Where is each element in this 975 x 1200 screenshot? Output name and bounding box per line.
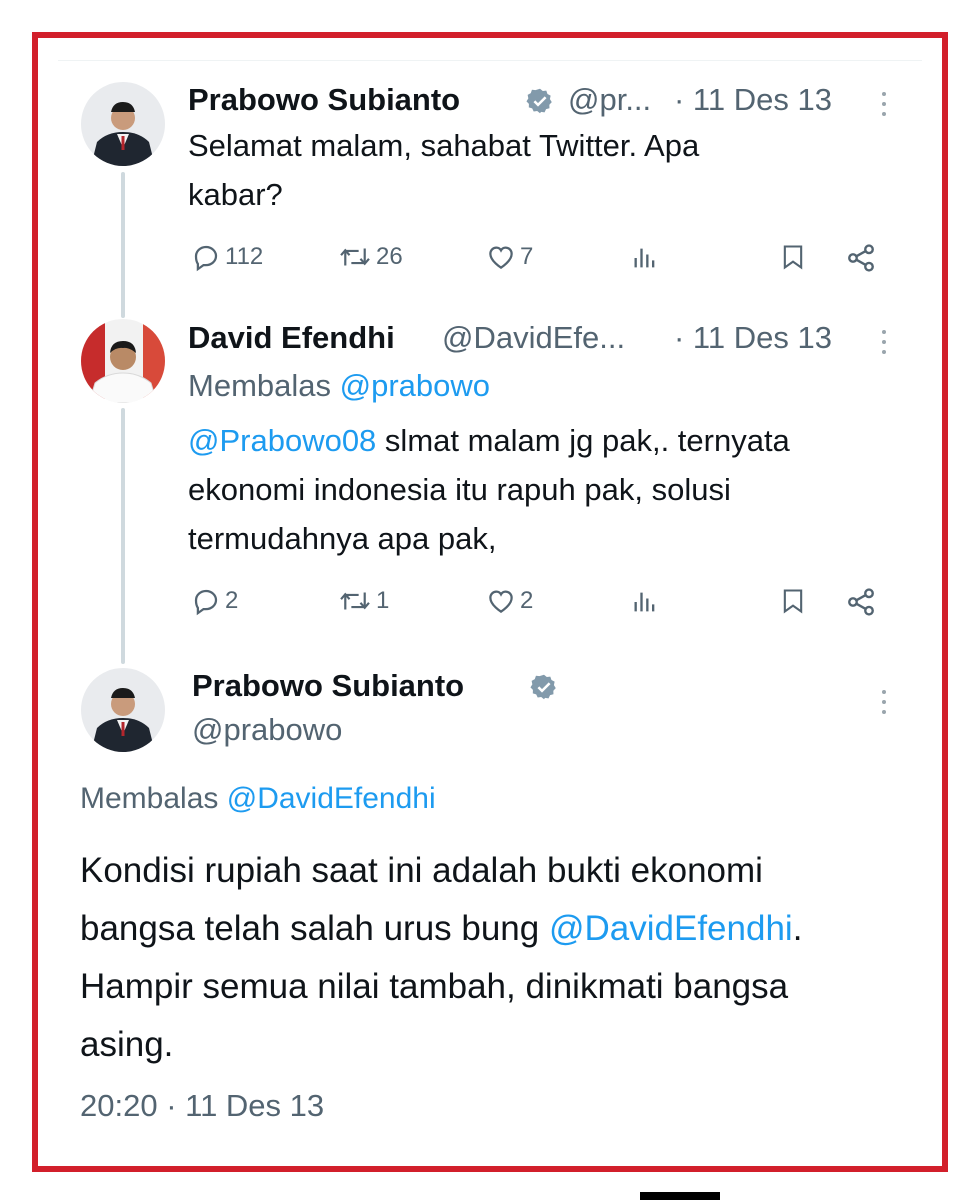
author-handle[interactable]: @prabowo	[192, 712, 342, 748]
views-icon	[634, 592, 655, 612]
divider	[58, 60, 922, 61]
thread-line	[121, 408, 125, 664]
retweet-icon	[340, 248, 370, 266]
tweet-text: Kondisi rupiah saat ini adalah bukti eko…	[80, 842, 880, 1074]
more-icon[interactable]	[880, 690, 888, 720]
reply-to-link[interactable]: @prabowo	[340, 368, 490, 403]
avatar[interactable]	[81, 668, 165, 752]
reply-label: Membalas	[188, 368, 331, 403]
bookmark-icon	[783, 589, 803, 614]
mention-link[interactable]: @DavidEfendhi	[549, 909, 793, 948]
tweet-text: @Prabowo08 slmat malam jg pak,. ternyata…	[188, 416, 828, 563]
reply-icon	[194, 589, 218, 616]
tweet-time[interactable]: · 11 Des 13	[674, 82, 832, 118]
bookmark-button[interactable]	[779, 586, 807, 616]
reply-to-link[interactable]: @DavidEfendhi	[227, 782, 436, 815]
more-icon[interactable]	[880, 92, 888, 122]
bottom-bar	[640, 1192, 720, 1200]
share-icon	[848, 588, 874, 616]
retweet-count: 26	[376, 243, 403, 270]
author-handle[interactable]: @DavidEfe...	[442, 320, 625, 356]
avatar[interactable]	[81, 82, 165, 166]
like-count: 7	[520, 243, 534, 270]
share-button[interactable]	[845, 242, 877, 274]
retweet-icon	[340, 592, 370, 610]
reply-count: 2	[225, 587, 239, 614]
heart-icon	[489, 246, 513, 269]
author-handle[interactable]: @pr...	[568, 82, 651, 118]
reply-button[interactable]: 112	[191, 242, 263, 272]
mention-link[interactable]: @Prabowo08	[188, 423, 376, 458]
heart-icon	[489, 590, 513, 613]
reply-context: Membalas @prabowo	[188, 368, 490, 404]
reply-button[interactable]: 2	[191, 586, 238, 616]
views-icon	[634, 248, 655, 268]
bookmark-icon	[783, 245, 803, 270]
views-button[interactable]	[631, 588, 659, 616]
tweet-text: Selamat malam, sahabat Twitter. Apa kaba…	[188, 128, 700, 212]
verified-icon	[526, 88, 552, 114]
author-name[interactable]: David Efendhi	[188, 320, 395, 356]
more-icon[interactable]	[880, 330, 888, 360]
author-name[interactable]: Prabowo Subianto	[192, 668, 464, 704]
verified-icon	[530, 674, 556, 700]
bookmark-button[interactable]	[779, 242, 807, 272]
like-count: 2	[520, 587, 534, 614]
tweet-timestamp[interactable]: 20:20 · 11 Des 13	[80, 1088, 324, 1124]
views-button[interactable]	[631, 244, 659, 272]
reply-count: 112	[225, 243, 264, 270]
reply-label: Membalas	[80, 782, 219, 815]
retweet-count: 1	[376, 587, 390, 614]
tweet-time[interactable]: · 11 Des 13	[674, 320, 832, 356]
screenshot-frame: Prabowo Subianto @pr... · 11 Des 13 Sela…	[32, 32, 948, 1172]
share-button[interactable]	[845, 586, 877, 618]
like-button[interactable]: 2	[486, 586, 533, 616]
reply-icon	[194, 245, 218, 272]
thread-line	[121, 172, 125, 318]
avatar[interactable]	[81, 319, 165, 403]
retweet-button[interactable]: 26	[338, 242, 403, 272]
reply-context: Membalas @DavidEfendhi	[80, 782, 436, 816]
like-button[interactable]: 7	[486, 242, 533, 272]
share-icon	[848, 244, 874, 272]
author-name[interactable]: Prabowo Subianto	[188, 82, 460, 118]
retweet-button[interactable]: 1	[338, 586, 389, 616]
